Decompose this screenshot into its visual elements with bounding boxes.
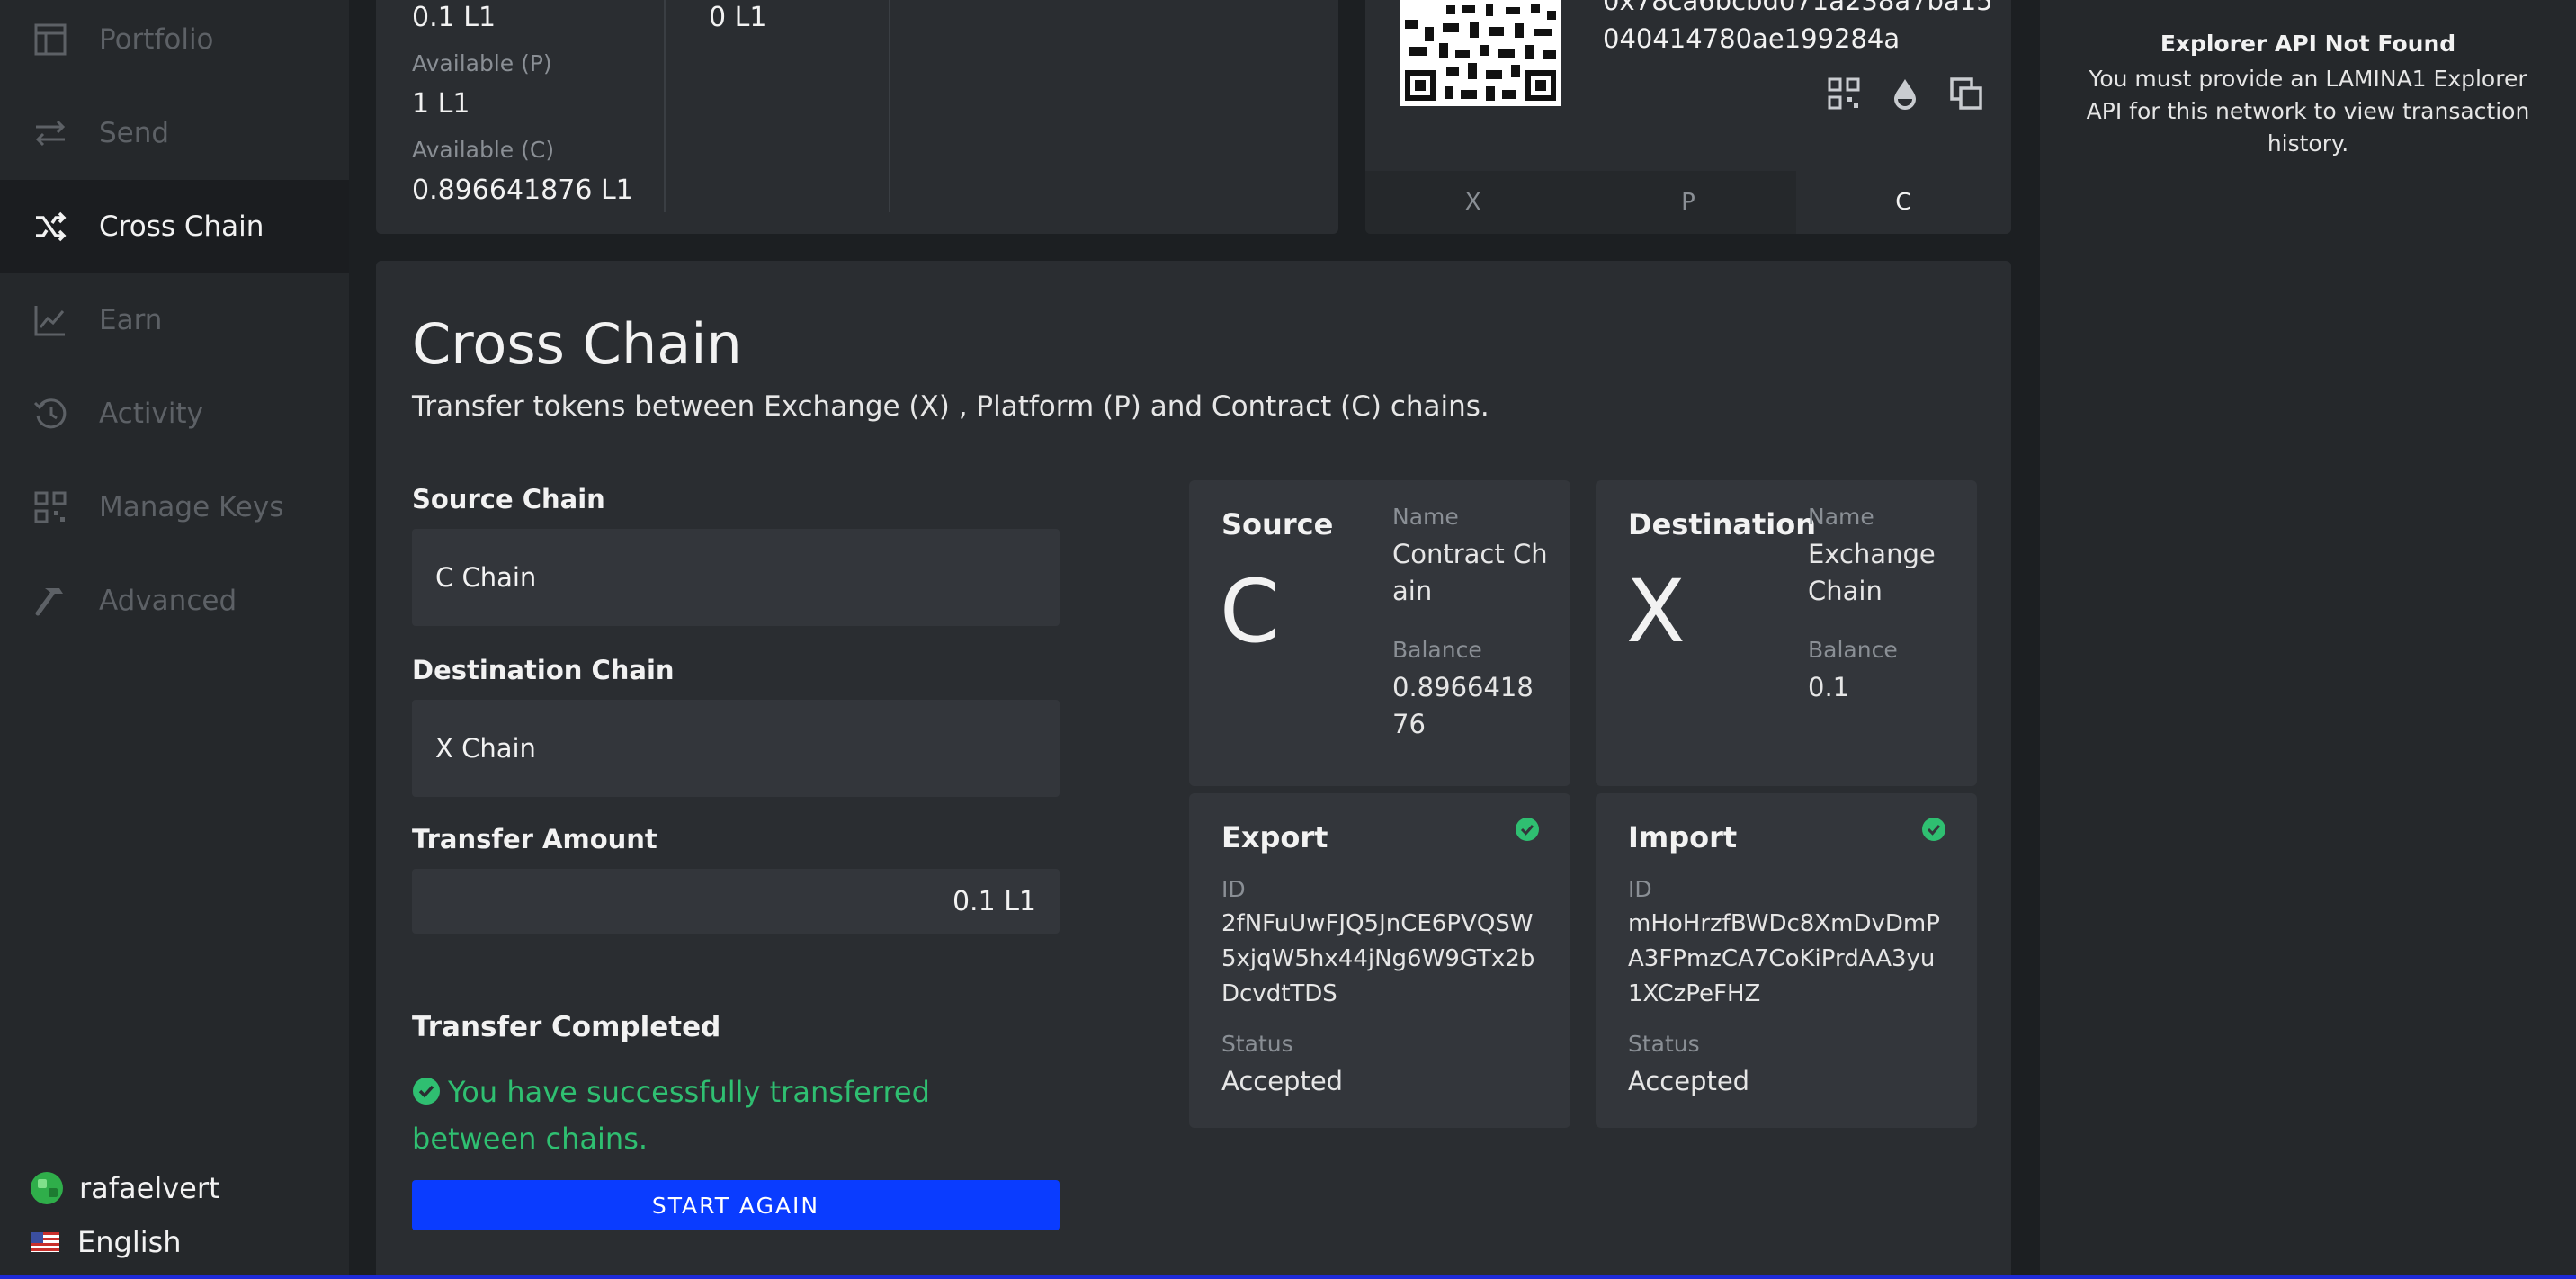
available-p-label: Available (P) [412,50,552,76]
start-again-button[interactable]: START AGAIN [412,1180,1060,1230]
export-id-label: ID [1221,876,1246,902]
source-chain-select[interactable]: C Chain [412,529,1060,626]
destination-name-label: Name [1808,504,1874,530]
qr-code-icon [1400,0,1561,106]
destination-name-value: Exchange Chain [1808,539,1936,606]
source-summary-box: Source C Name Contract Chain Balance 0.8… [1189,480,1570,786]
sidebar-item-activity[interactable]: Activity [0,367,349,461]
address-line: 0x78ca6bcbd071a238a7ba15 [1603,0,1993,16]
check-circle-icon [1516,818,1539,841]
source-chain-letter: C [1220,561,1281,662]
sidebar-item-label: Advanced [99,585,237,617]
available-c-value: 0.896641876 L1 [412,174,633,206]
sidebar-item-label: Portfolio [99,23,214,56]
sidebar-item-cross-chain[interactable]: Cross Chain [0,180,349,273]
source-name-label: Name [1392,504,1459,530]
qr-keys-icon [32,489,68,525]
copy-icon[interactable] [1948,76,1984,112]
sidebar-item-label: Manage Keys [99,491,284,523]
import-status-label: Status [1628,1031,1700,1057]
source-balance-value: 0.896641876 [1392,672,1534,739]
destination-balance-label: Balance [1808,637,1898,663]
explorer-error-title: Explorer API Not Found [2160,31,2456,57]
source-heading: Source [1221,507,1334,541]
faucet-drop-icon[interactable] [1887,76,1923,112]
sidebar-item-earn[interactable]: Earn [0,273,349,367]
export-status-label: Status [1221,1031,1293,1057]
sidebar-item-manage-keys[interactable]: Manage Keys [0,461,349,554]
address-tools [1826,76,1984,112]
destination-chain-select[interactable]: X Chain [412,700,1060,797]
check-circle-icon [1922,818,1945,841]
history-icon [32,396,68,432]
hammer-icon [32,583,68,619]
activity-panel: Explorer API Not Found You must provide … [2040,0,2576,1279]
import-id-label: ID [1628,876,1652,902]
balance-card: 0.1 L1 Available (P) 1 L1 Available (C) … [376,0,1338,234]
destination-summary-box: Destination X Name Exchange Chain Balanc… [1596,480,1977,786]
language-label: English [77,1225,182,1259]
transfer-amount-label: Transfer Amount [412,824,657,854]
page-title: Cross Chain [412,311,742,377]
balance-secondary-value: 0 L1 [709,2,767,33]
chain-tabs: X P C [1365,171,2011,234]
export-heading: Export [1221,820,1328,854]
available-p-value: 1 L1 [412,88,470,120]
destination-chain-letter: X [1626,561,1686,662]
import-heading: Import [1628,820,1738,854]
balance-total-value: 0.1 L1 [412,2,496,33]
sidebar-item-portfolio[interactable]: Portfolio [0,0,349,86]
destination-heading: Destination [1628,507,1816,541]
page-subtitle: Transfer tokens between Exchange (X) , P… [412,390,1489,423]
divider [889,0,890,212]
sidebar-item-label: Send [99,117,170,149]
divider [664,0,666,212]
tab-x-chain[interactable]: X [1365,171,1581,234]
window-bottom-border [0,1275,2576,1279]
avatar [31,1172,63,1204]
explorer-error-message: You must provide an LAMINA1 Explorer API… [2086,66,2530,157]
success-message: You have successfully transferred betwee… [412,1070,1060,1160]
tab-c-chain[interactable]: C [1795,171,2011,234]
sidebar-item-advanced[interactable]: Advanced [0,554,349,648]
language-selector[interactable]: English [31,1225,182,1259]
user-row[interactable]: rafaelvert [31,1171,220,1205]
available-c-label: Available (C) [412,137,555,163]
sidebar-item-label: Cross Chain [99,210,264,243]
cross-chain-card: Cross Chain Transfer tokens between Exch… [376,261,2011,1279]
check-circle-icon [412,1074,441,1117]
source-chain-label: Source Chain [412,484,605,514]
import-tx-box: Import ID mHoHrzfBWDc8XmDvDmPA3FPmzCA7Co… [1596,793,1977,1128]
import-id-value[interactable]: mHoHrzfBWDc8XmDvDmPA3FPmzCA7CoKiPrdAA3yu… [1628,907,1948,1012]
destination-chain-label: Destination Chain [412,655,675,685]
chart-line-icon [32,302,68,338]
transfer-amount-input[interactable]: 0.1 L1 [412,869,1060,934]
tab-p-chain[interactable]: P [1580,171,1796,234]
sidebar-item-label: Earn [99,304,163,336]
portfolio-icon [32,22,68,58]
qr-code-button-icon[interactable] [1826,76,1862,112]
export-tx-box: Export ID 2fNFuUwFJQ5JnCE6PVQSW5xjqW5hx4… [1189,793,1570,1128]
us-flag-icon [31,1232,59,1252]
username: rafaelvert [79,1171,220,1205]
address-card: 0x78ca6bcbd071a238a7ba15 040414780ae1992… [1365,0,2011,234]
export-status-value: Accepted [1221,1066,1344,1096]
transfer-completed-title: Transfer Completed [412,1011,721,1043]
import-status-value: Accepted [1628,1066,1750,1096]
shuffle-icon [32,209,68,245]
sidebar-item-send[interactable]: Send [0,86,349,180]
destination-balance-value: 0.1 [1808,672,1850,702]
wallet-address[interactable]: 0x78ca6bcbd071a238a7ba15 040414780ae1992… [1603,0,1993,58]
source-balance-label: Balance [1392,637,1482,663]
sidebar: Portfolio Send Cross Chain Earn Activity… [0,0,349,1279]
address-line: 040414780ae199284a [1603,23,1901,54]
source-name-value: Contract Chain [1392,539,1548,606]
export-id-value[interactable]: 2fNFuUwFJQ5JnCE6PVQSW5xjqW5hx44jNg6W9GTx… [1221,907,1542,1012]
send-arrows-icon [32,115,68,151]
sidebar-item-label: Activity [99,398,203,430]
success-message-text: You have successfully transferred betwee… [412,1075,930,1156]
